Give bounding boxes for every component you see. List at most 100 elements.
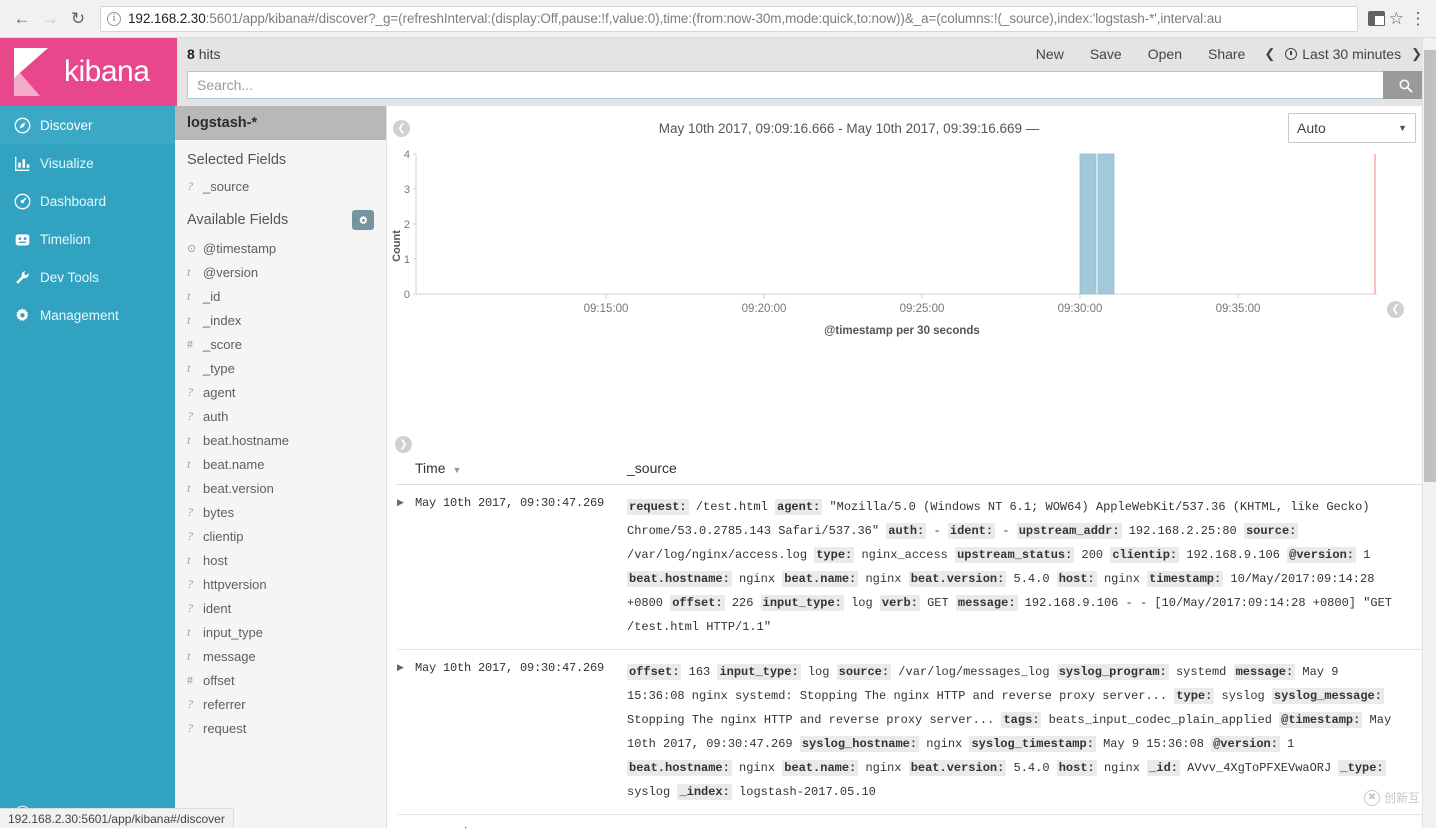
chart-collapse-left-icon[interactable]: ❮ — [393, 119, 410, 137]
field-item-type[interactable]: t _type — [175, 356, 386, 380]
column-header-time[interactable]: Time ▼ — [397, 460, 627, 476]
x-axis-ticks: 09:15:00 09:20:00 09:25:00 09:30:00 09:35:00 — [584, 294, 1260, 315]
kibana-sidebar: kibana Discover Visualize Dashboard Time — [0, 38, 175, 828]
field-type-unknown-icon: ? — [187, 408, 193, 423]
row-source: request: /test.html agent: "Mozilla/5.0 … — [627, 495, 1436, 639]
source-field-key: message: — [1233, 664, 1296, 680]
open-button[interactable]: Open — [1135, 44, 1195, 64]
field-item-request[interactable]: ? request — [175, 716, 386, 740]
site-info-icon[interactable]: i — [107, 11, 121, 26]
field-item-version[interactable]: t @version — [175, 260, 386, 284]
reload-icon[interactable]: ↻ — [64, 5, 92, 33]
field-item-source[interactable]: ? _source — [175, 174, 386, 198]
chevron-left-icon[interactable]: ❮ — [1258, 44, 1281, 64]
kebab-menu-icon[interactable]: ⋮ — [1408, 9, 1428, 29]
field-type-unknown-icon: ? — [187, 696, 193, 711]
field-item-clientip[interactable]: ? clientip — [175, 524, 386, 548]
column-header-source-label: _source — [627, 460, 677, 476]
search-button[interactable] — [1383, 71, 1427, 99]
field-item-timestamp[interactable]: ⊙ @timestamp — [175, 236, 386, 260]
field-item-index[interactable]: t _index — [175, 308, 386, 332]
browser-chrome: ← → ↻ i 192.168.2.30:5601/app/kibana#/di… — [0, 0, 1436, 38]
table-row[interactable]: ▶May 10th 2017, 09:30:47.269offset: 80 i… — [397, 815, 1436, 828]
source-field-key: tags: — [1001, 712, 1042, 728]
sidebar-item-visualize[interactable]: Visualize — [0, 144, 175, 182]
expand-row-icon[interactable]: ▶ — [397, 660, 415, 804]
save-button[interactable]: Save — [1077, 44, 1135, 64]
source-field-value: syslog — [1214, 689, 1272, 703]
histogram-bar[interactable] — [1097, 153, 1115, 295]
field-item-beathostname[interactable]: t beat.hostname — [175, 428, 386, 452]
field-item-message[interactable]: t message — [175, 644, 386, 668]
field-item-auth[interactable]: ? auth — [175, 404, 386, 428]
field-item-inputtype[interactable]: t input_type — [175, 620, 386, 644]
expand-row-icon[interactable]: ▶ — [397, 495, 415, 639]
document-table-header: Time ▼ _source — [397, 454, 1436, 485]
source-field-key: request: — [627, 499, 689, 515]
sidebar-item-discover[interactable]: Discover — [0, 106, 175, 144]
time-range-label: Last 30 minutes — [1302, 46, 1402, 62]
share-button[interactable]: Share — [1195, 44, 1258, 64]
x-tick-label: 09:15:00 — [584, 303, 629, 315]
sidebar-item-management[interactable]: Management — [0, 296, 175, 334]
star-icon[interactable]: ☆ — [1389, 9, 1404, 29]
row-source: offset: 163 input_type: log source: /var… — [627, 660, 1436, 804]
interval-select[interactable]: Auto ▼ — [1288, 113, 1416, 143]
field-name: _type — [203, 360, 235, 376]
field-item-beatversion[interactable]: t beat.version — [175, 476, 386, 500]
field-item-referrer[interactable]: ? referrer — [175, 692, 386, 716]
field-name: beat.name — [203, 456, 265, 472]
time-range-picker[interactable]: Last 30 minutes — [1281, 44, 1405, 64]
field-settings-gear-icon[interactable] — [352, 210, 374, 230]
back-arrow-icon[interactable]: ← — [8, 5, 36, 33]
field-name: _source — [203, 178, 250, 194]
sidebar-item-dashboard[interactable]: Dashboard — [0, 182, 175, 220]
sidebar-item-label: Timelion — [40, 231, 91, 247]
histogram-bar[interactable] — [1079, 153, 1097, 295]
kibana-logo[interactable]: kibana — [0, 38, 175, 106]
histogram-chart[interactable]: Count 0 1 2 3 4 09:15:00 09:20:00 09:25:00 09:3… — [387, 146, 1436, 346]
table-row[interactable]: ▶ May 10th 2017, 09:30:47.269 offset: 163 … — [397, 650, 1436, 815]
table-row[interactable]: ▶ May 10th 2017, 09:30:47.269 request: /te… — [397, 485, 1436, 650]
field-item-agent[interactable]: ? agent — [175, 380, 386, 404]
sidebar-item-label: Discover — [40, 117, 93, 133]
page-scrollbar[interactable] — [1422, 38, 1436, 828]
field-item-id[interactable]: t _id — [175, 284, 386, 308]
search-input[interactable] — [187, 71, 1383, 99]
field-item-offset[interactable]: # offset — [175, 668, 386, 692]
translate-icon[interactable] — [1367, 11, 1385, 26]
sidebar-item-dev-tools[interactable]: Dev Tools — [0, 258, 175, 296]
field-item-score[interactable]: # _score — [175, 332, 386, 356]
source-field-value: Stopping The nginx HTTP and reverse prox… — [627, 713, 1002, 727]
new-button[interactable]: New — [1023, 44, 1077, 64]
sort-desc-icon[interactable]: ▼ — [452, 465, 461, 475]
column-header-source[interactable]: _source — [627, 460, 1436, 476]
field-name: beat.hostname — [203, 432, 290, 448]
source-field-value: syslog — [627, 785, 678, 799]
field-item-bytes[interactable]: ? bytes — [175, 500, 386, 524]
source-field-key: syslog_program: — [1056, 664, 1169, 680]
address-bar[interactable]: i 192.168.2.30:5601/app/kibana#/discover… — [100, 5, 1358, 32]
source-field-key: beat.name: — [782, 571, 859, 587]
source-field-key: message: — [955, 595, 1018, 611]
source-field-value: nginx_access — [854, 548, 956, 562]
source-field-key: upstream_addr: — [1016, 523, 1122, 539]
field-item-httpversion[interactable]: ? httpversion — [175, 572, 386, 596]
sidebar-item-timelion[interactable]: Timelion — [0, 220, 175, 258]
chart-collapse-right-icon[interactable]: ❮ — [1387, 301, 1404, 318]
chart-time-range-label: May 10th 2017, 09:09:16.666 - May 10th 2… — [658, 120, 1040, 136]
field-type-string-icon: t — [187, 264, 191, 279]
field-item-ident[interactable]: ? ident — [175, 596, 386, 620]
status-bar: 192.168.2.30:5601/app/kibana#/discover — [0, 808, 234, 828]
source-field-key: @timestamp: — [1279, 712, 1363, 728]
wrench-icon — [14, 269, 40, 286]
field-type-unknown-icon: ? — [187, 384, 193, 399]
field-type-unknown-icon: ? — [187, 504, 193, 519]
table-collapse-icon[interactable]: ❯ — [395, 436, 412, 453]
field-item-beatname[interactable]: t beat.name — [175, 452, 386, 476]
scrollbar-thumb[interactable] — [1424, 50, 1436, 482]
field-item-host[interactable]: t host — [175, 548, 386, 572]
index-pattern-selector[interactable]: logstash-* — [175, 106, 386, 140]
field-name: _id — [203, 288, 221, 304]
field-name: offset — [203, 672, 235, 688]
